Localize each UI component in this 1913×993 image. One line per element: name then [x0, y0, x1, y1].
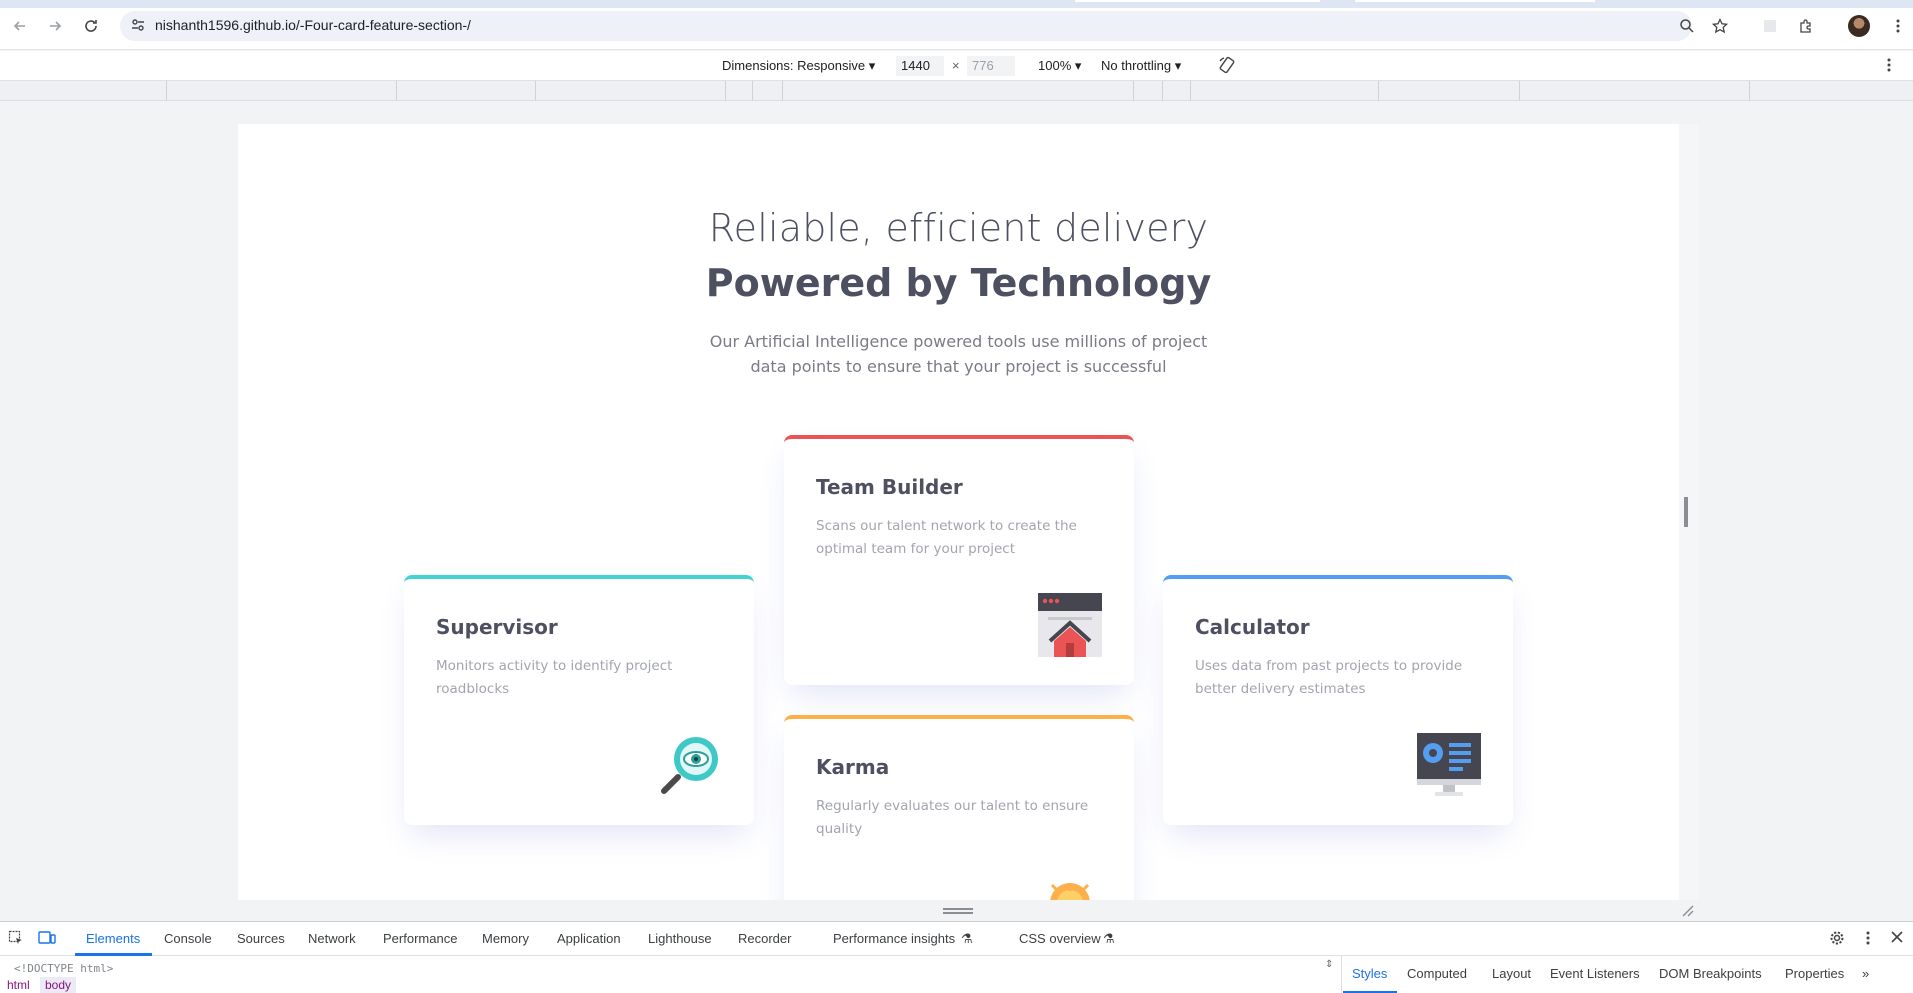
- card-karma: Karma Regularly evaluates our talent to …: [784, 715, 1134, 900]
- arrow-left-icon: [13, 21, 25, 31]
- inspect-element-icon[interactable]: [8, 930, 24, 949]
- devtools-close-icon[interactable]: [1890, 930, 1904, 947]
- tab-network[interactable]: Network: [308, 931, 356, 946]
- devtools-settings-icon[interactable]: [1829, 930, 1845, 949]
- device-toolbar-menu-icon[interactable]: [1887, 57, 1891, 76]
- viewport-corner-resize-icon[interactable]: [1680, 903, 1694, 917]
- devtools-tabbar: Elements Console Sources Network Perform…: [0, 922, 1913, 956]
- emulated-page: Reliable, efficient delivery Powered by …: [238, 124, 1679, 900]
- tab-performance-insights[interactable]: Performance insights: [833, 931, 955, 946]
- dimensions-dropdown[interactable]: Dimensions: Responsive ▾: [722, 58, 875, 74]
- card-title: Karma: [816, 755, 890, 779]
- tab-console[interactable]: Console: [164, 931, 212, 946]
- card-supervisor: Supervisor Monitors activity to identify…: [404, 575, 754, 825]
- tab-lighthouse[interactable]: Lighthouse: [648, 931, 712, 946]
- zoom-icon[interactable]: [1675, 14, 1699, 38]
- calculator-monitor-icon: [1417, 733, 1481, 796]
- tab-event-listeners[interactable]: Event Listeners: [1550, 966, 1640, 981]
- height-input[interactable]: 776: [967, 56, 1015, 76]
- device-toggle-icon[interactable]: [38, 930, 56, 949]
- flask-icon: ⚗: [1103, 931, 1115, 946]
- zoom-dropdown[interactable]: 100% ▾: [1038, 58, 1081, 74]
- breadcrumb-body[interactable]: body: [40, 977, 77, 993]
- reload-icon: [85, 20, 97, 32]
- supervisor-magnifier-icon: [661, 737, 718, 794]
- tab-recorder[interactable]: Recorder: [738, 931, 791, 946]
- card-title: Calculator: [1195, 615, 1310, 639]
- viewport-width-resize-handle[interactable]: [1684, 497, 1688, 527]
- arrow-right-icon: [50, 21, 62, 31]
- device-toolbar: Dimensions: Responsive ▾ 1440 × 776 100%…: [0, 51, 1913, 81]
- card-title: Supervisor: [436, 615, 558, 639]
- profile-avatar[interactable]: [1848, 15, 1870, 37]
- card-description: Scans our talent network to create the o…: [816, 518, 1077, 557]
- tab-properties[interactable]: Properties: [1785, 966, 1844, 981]
- more-tabs-chevron-icon[interactable]: »: [1862, 966, 1869, 981]
- viewport-height-resize-handle[interactable]: [943, 908, 973, 914]
- tab-application[interactable]: Application: [557, 931, 621, 946]
- scroll-arrows-icon[interactable]: ⇕: [1325, 959, 1333, 970]
- url-text[interactable]: nishanth1596.github.io/-Four-card-featur…: [155, 17, 471, 33]
- extension-placeholder-icon[interactable]: [1758, 14, 1782, 38]
- tab-css-overview[interactable]: CSS overview: [1019, 931, 1101, 946]
- team-builder-window-icon: [1038, 593, 1102, 657]
- tab-styles[interactable]: Styles: [1352, 966, 1387, 981]
- doctype-line[interactable]: <!DOCTYPE html>: [14, 962, 113, 975]
- site-info-icon[interactable]: [128, 15, 148, 35]
- card-title: Team Builder: [816, 475, 963, 499]
- active-tab-underline: [75, 953, 152, 956]
- width-input[interactable]: 1440: [896, 56, 944, 76]
- browser-menu-icon[interactable]: [1886, 14, 1910, 38]
- breadcrumb-html[interactable]: html: [2, 977, 35, 993]
- media-query-ruler[interactable]: [0, 81, 1913, 101]
- reload-button[interactable]: [79, 14, 103, 38]
- back-button[interactable]: [8, 14, 32, 38]
- tab-strip: [0, 0, 1913, 8]
- browser-toolbar: nishanth1596.github.io/-Four-card-featur…: [0, 0, 1913, 50]
- tab-memory[interactable]: Memory: [482, 931, 529, 946]
- tab-dom-breakpoints[interactable]: DOM Breakpoints: [1659, 966, 1762, 981]
- tab-elements[interactable]: Elements: [86, 931, 140, 946]
- rotate-icon[interactable]: [1217, 55, 1237, 78]
- bookmark-star-icon[interactable]: [1708, 14, 1732, 38]
- card-description: Regularly evaluates our talent to ensure…: [816, 798, 1089, 837]
- tab-computed[interactable]: Computed: [1407, 966, 1467, 981]
- karma-lightbulb-icon: [1050, 883, 1090, 900]
- forward-button[interactable]: [43, 14, 67, 38]
- card-calculator: Calculator Uses data from past projects …: [1163, 575, 1513, 825]
- flask-icon: ⚗: [961, 931, 973, 946]
- devtools-panel: Elements Console Sources Network Perform…: [0, 921, 1913, 993]
- card-description: Monitors activity to identify project ro…: [436, 658, 673, 697]
- tab-sources[interactable]: Sources: [237, 931, 285, 946]
- tab-performance[interactable]: Performance: [383, 931, 457, 946]
- heading-bold: Powered by Technology: [705, 261, 1212, 305]
- styles-sidebar-tabs: Styles Computed Layout Event Listeners D…: [1341, 956, 1913, 993]
- extensions-puzzle-icon[interactable]: [1794, 14, 1818, 38]
- card-team-builder: Team Builder Scans our talent network to…: [784, 435, 1134, 685]
- intro-text: Our Artificial Intelligence powered tool…: [709, 332, 1208, 376]
- dimension-separator: ×: [952, 58, 960, 73]
- heading-light: Reliable, efficient delivery: [708, 206, 1209, 250]
- tab-layout[interactable]: Layout: [1492, 966, 1531, 981]
- card-description: Uses data from past projects to provide …: [1195, 658, 1463, 697]
- throttling-dropdown[interactable]: No throttling ▾: [1101, 58, 1181, 74]
- devtools-menu-icon[interactable]: [1866, 930, 1870, 949]
- viewport-right-gutter: [1679, 124, 1699, 900]
